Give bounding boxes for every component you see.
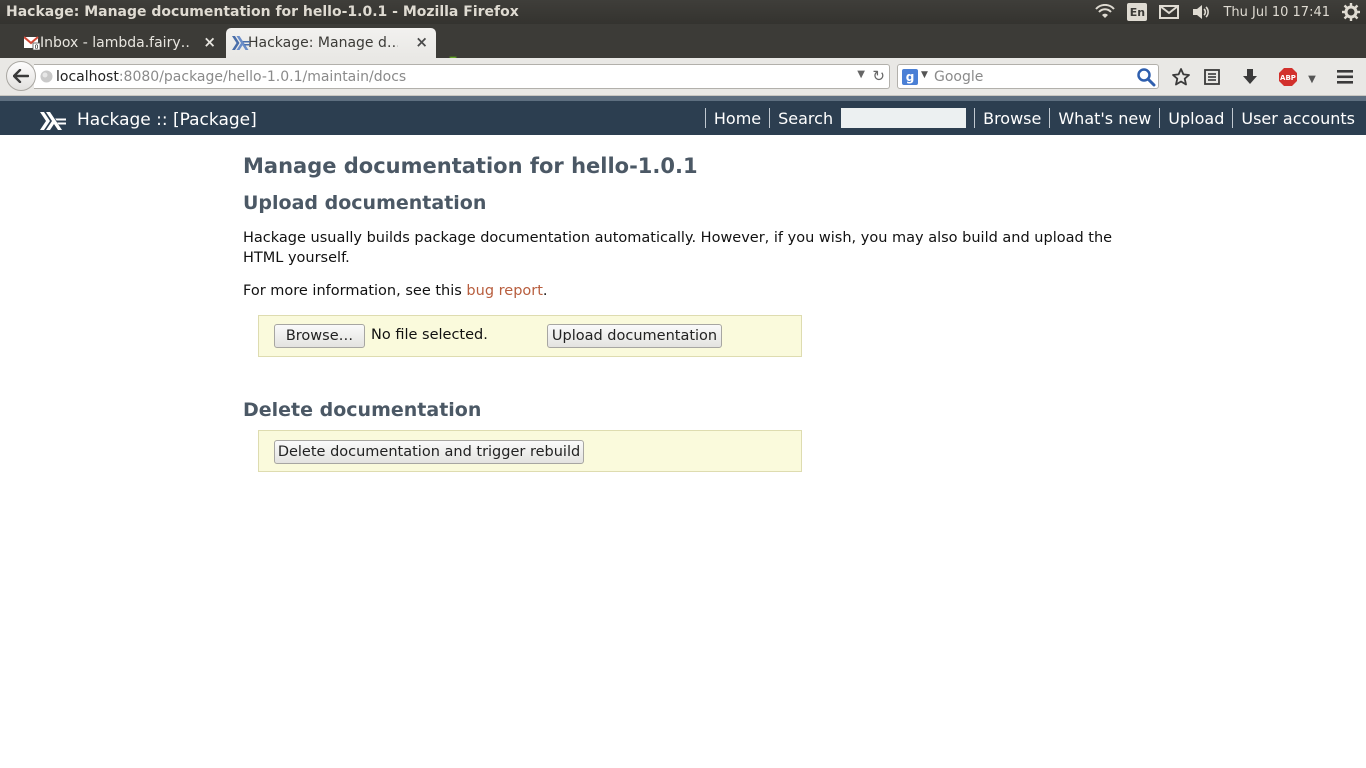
delete-documentation-button[interactable]: Delete documentation and trigger rebuild xyxy=(274,440,584,464)
upload-description: Hackage usually builds package documenta… xyxy=(243,230,1113,266)
bug-report-link[interactable]: bug report xyxy=(466,283,543,299)
site-nav: Home Search Browse What's new Upload Use… xyxy=(697,101,1366,135)
more-info-prefix: For more information, see this xyxy=(243,283,467,299)
clock[interactable]: Thu Jul 10 17:41 xyxy=(1223,5,1330,20)
back-button[interactable] xyxy=(6,61,36,91)
globe-icon xyxy=(40,70,53,83)
tab-label: Hackage: Manage d… xyxy=(248,35,398,51)
site-header: Hackage :: [Package] Home Search Browse … xyxy=(0,96,1366,135)
adblock-icon[interactable]: ABP xyxy=(1277,66,1299,88)
volume-icon[interactable] xyxy=(1191,4,1211,20)
upload-form: Browse… No file selected. Upload documen… xyxy=(258,315,802,357)
tab-inbox[interactable]: 0 Inbox - lambda.fairy… × xyxy=(18,28,224,58)
nav-search-label: Search xyxy=(778,108,834,128)
more-info-suffix: . xyxy=(542,283,548,299)
back-arrow-icon xyxy=(13,69,29,83)
url-host: localhost xyxy=(56,68,119,85)
file-selection-status: No file selected. xyxy=(371,327,488,343)
browse-file-button[interactable]: Browse… xyxy=(274,324,365,348)
nav-separator xyxy=(1232,108,1234,128)
nav-separator xyxy=(704,108,706,128)
nav-whats-new-link[interactable]: What's new xyxy=(1058,109,1151,128)
close-icon[interactable]: × xyxy=(203,33,216,51)
tab-hackage[interactable]: Hackage: Manage d… × xyxy=(226,28,436,58)
nav-user-accounts-link[interactable]: User accounts xyxy=(1241,109,1355,128)
web-search-bar[interactable]: g ▼ Google xyxy=(897,64,1159,89)
adblock-menu-dropdown-icon[interactable]: ▼ xyxy=(1301,68,1323,90)
url-path: :8080/package/hello-1.0.1/maintain/docs xyxy=(118,68,407,85)
keyboard-layout-indicator[interactable]: En xyxy=(1127,3,1148,21)
haskell-logo-icon[interactable] xyxy=(40,112,66,130)
nav-separator xyxy=(769,108,771,128)
window-title: Hackage: Manage documentation for hello-… xyxy=(6,4,519,20)
history-dropdown-icon[interactable]: ▼ xyxy=(857,69,865,80)
google-icon[interactable]: g xyxy=(902,69,918,85)
reload-icon[interactable]: ↻ xyxy=(872,67,885,85)
nav-browse-link[interactable]: Browse xyxy=(983,109,1041,128)
main-content: Manage documentation for hello-1.0.1 Upl… xyxy=(243,150,1123,472)
search-icon[interactable] xyxy=(1136,67,1156,87)
delete-section-heading: Delete documentation xyxy=(243,399,482,421)
svg-text:0: 0 xyxy=(35,44,39,50)
upload-documentation-button[interactable]: Upload documentation xyxy=(547,324,722,348)
tab-strip: 0 Inbox - lambda.fairy… × Hackage: Manag… xyxy=(0,24,1366,74)
session-gear-icon[interactable] xyxy=(1342,3,1360,21)
bookmarks-list-icon[interactable] xyxy=(1201,66,1223,88)
mail-icon[interactable] xyxy=(1159,5,1180,19)
system-tray: En Thu Jul 10 17:41 xyxy=(1095,0,1360,24)
nav-separator xyxy=(1159,108,1161,128)
upload-section-heading: Upload documentation xyxy=(243,192,487,214)
bookmark-star-icon[interactable] xyxy=(1170,66,1192,88)
navigation-toolbar: localhost:8080/package/hello-1.0.1/maint… xyxy=(0,58,1366,96)
wifi-icon[interactable] xyxy=(1095,4,1116,20)
gmail-icon: 0 xyxy=(23,36,41,51)
site-search-input[interactable] xyxy=(841,108,967,128)
url-bar[interactable]: localhost:8080/package/hello-1.0.1/maint… xyxy=(34,64,890,89)
page-title: Manage documentation for hello-1.0.1 xyxy=(243,154,698,178)
downloads-icon[interactable] xyxy=(1239,66,1261,88)
nav-upload-link[interactable]: Upload xyxy=(1168,109,1224,128)
svg-text:ABP: ABP xyxy=(1280,74,1296,82)
hamburger-menu-icon[interactable] xyxy=(1334,66,1356,88)
site-title[interactable]: Hackage :: [Package] xyxy=(77,110,257,130)
window-title-bar: Hackage: Manage documentation for hello-… xyxy=(0,0,1366,24)
nav-separator xyxy=(1049,108,1051,128)
haskell-icon xyxy=(232,36,250,50)
close-icon[interactable]: × xyxy=(415,33,428,51)
search-engine-dropdown-icon[interactable]: ▼ xyxy=(921,70,928,80)
search-placeholder: Google xyxy=(934,68,984,85)
delete-form: Delete documentation and trigger rebuild xyxy=(258,430,802,472)
nav-separator xyxy=(974,108,976,128)
nav-home-link[interactable]: Home xyxy=(714,109,761,128)
tab-label: Inbox - lambda.fairy… xyxy=(40,35,190,51)
more-info-paragraph: For more information, see this bug repor… xyxy=(243,281,1123,301)
